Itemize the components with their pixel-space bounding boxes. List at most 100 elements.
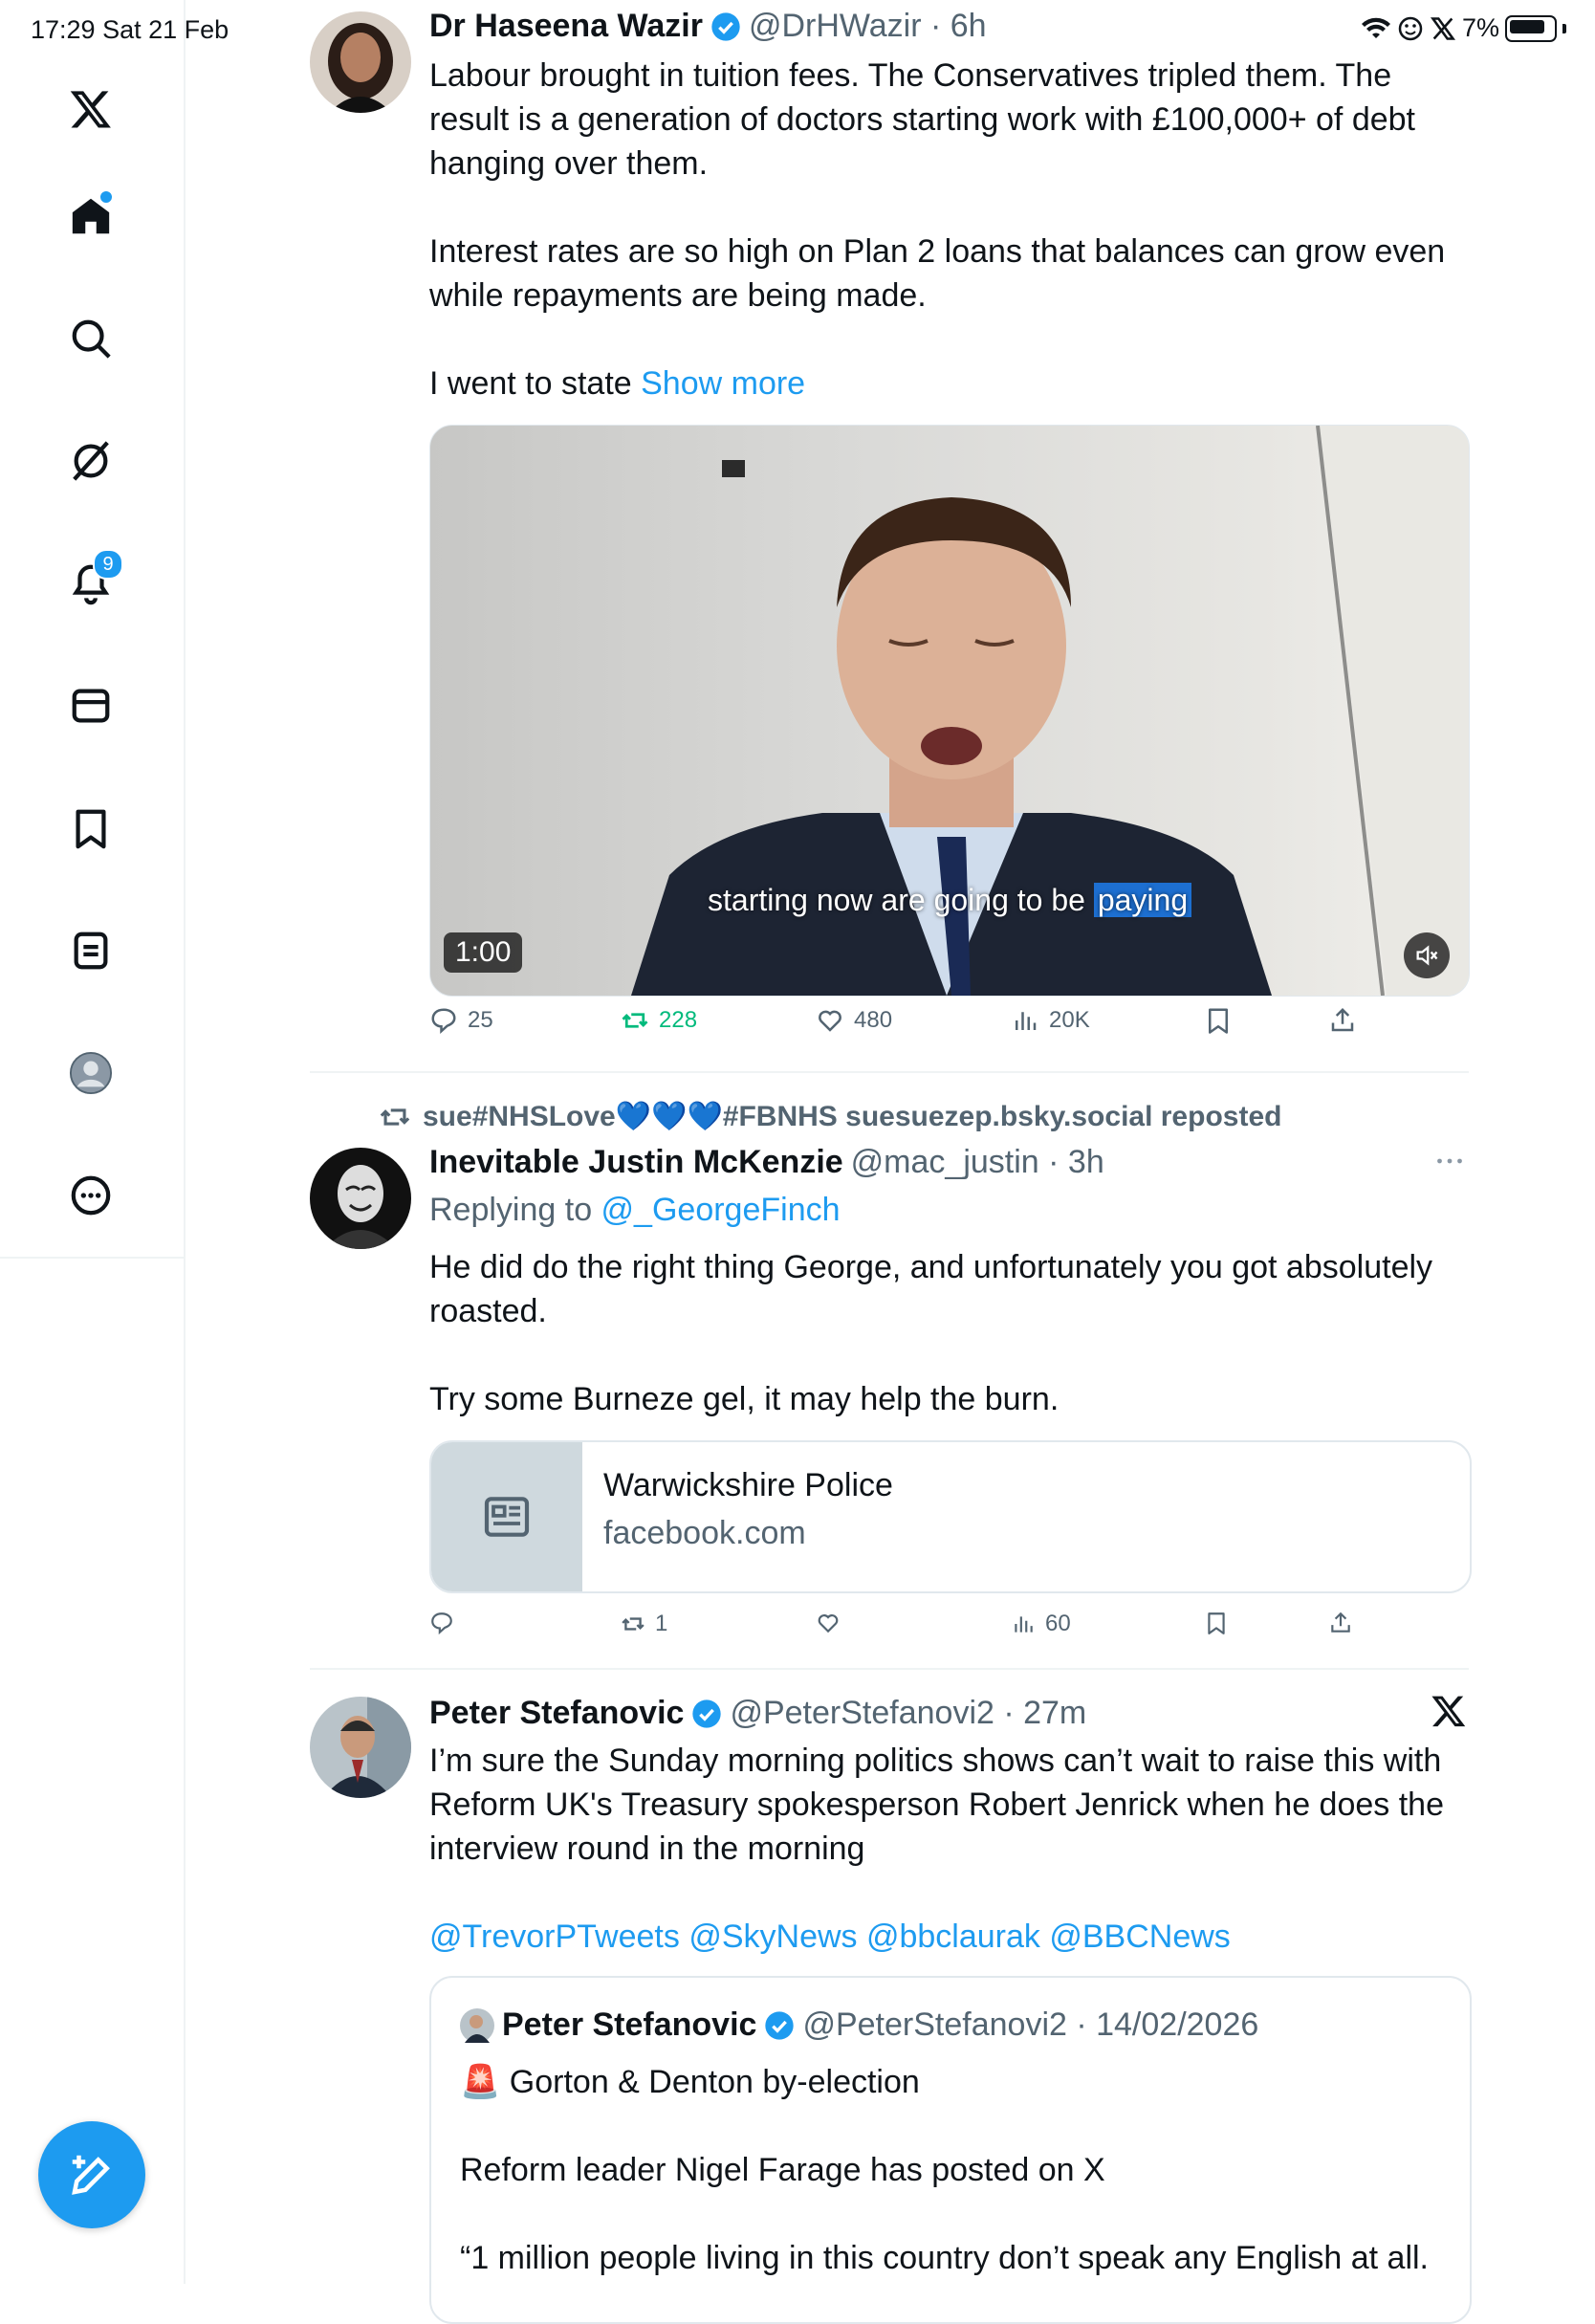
bookmark-icon xyxy=(1209,1008,1228,1034)
views-bar-icon xyxy=(1015,1616,1033,1633)
repost-banner-text: sue#NHSLove💙💙💙#FBNHS suesuezep.bsky.soci… xyxy=(423,1101,1282,1132)
author-handle-time[interactable]: @DrHWazir · 6h xyxy=(749,8,987,45)
quote-line-2: Reform leader Nigel Farage has posted on… xyxy=(460,2152,1105,2188)
author-name[interactable]: Inevitable Justin McKenzie xyxy=(429,1144,843,1181)
repost-button[interactable]: 228 xyxy=(621,1006,697,1035)
compose-quill-icon xyxy=(72,2155,110,2195)
grok-icon xyxy=(73,441,109,481)
heart-icon xyxy=(819,1010,841,1032)
repost-banner[interactable]: sue#NHSLove💙💙💙#FBNHS suesuezep.bsky.soci… xyxy=(379,1100,1281,1133)
video-player[interactable]: starting now are going to be paying 1:00 xyxy=(429,425,1470,997)
show-more-link[interactable]: Show more xyxy=(641,365,805,402)
nav-messages[interactable] xyxy=(53,668,129,744)
tweet1-paragraph-3-text: I went to state xyxy=(429,365,642,402)
author-name[interactable]: Dr Haseena Wazir xyxy=(429,8,703,45)
x-source-icon xyxy=(1431,1693,1467,1734)
search-icon xyxy=(72,319,111,359)
nav-notifications[interactable]: 9 xyxy=(53,545,129,622)
tweet1-actions: 25 228 480 20K xyxy=(429,1006,1472,1054)
battery-percent: 7% xyxy=(1461,13,1499,42)
replying-to-handle[interactable]: @_GeorgeFinch xyxy=(601,1192,841,1228)
quoted-tweet[interactable]: Peter Stefanovic @PeterStefanovi2 · 14/0… xyxy=(429,1976,1472,2324)
bookmark-button[interactable] xyxy=(1204,1006,1233,1035)
quote-avatar[interactable] xyxy=(460,2007,494,2043)
link-card-thumbnail xyxy=(431,1442,582,1591)
nav-home[interactable] xyxy=(53,178,129,254)
nav-profile[interactable] xyxy=(53,1035,129,1111)
battery-tip xyxy=(1562,23,1566,33)
list-icon xyxy=(74,932,108,970)
tweet1-paragraph-3: I went to state Show more xyxy=(429,362,1462,406)
quote-text: 🚨 Gorton & Denton by-election Reform lea… xyxy=(460,2060,1454,2280)
reply-icon xyxy=(431,1008,456,1035)
repost-icon xyxy=(622,1617,645,1631)
tweet1-header: Dr Haseena Wazir @DrHWazir · 6h xyxy=(429,8,987,45)
tweet3-header: Peter Stefanovic @PeterStefanovi2 · 27m xyxy=(429,1695,1086,1732)
sidebar-divider xyxy=(0,1257,184,1259)
article-icon xyxy=(484,1497,530,1537)
wifi-icon xyxy=(1361,17,1390,38)
quote-line-3: “1 million people living in this country… xyxy=(460,2240,1429,2276)
reply-button[interactable]: 25 xyxy=(429,1006,493,1035)
share-icon xyxy=(1331,1007,1354,1032)
tweet3-mentions[interactable]: @TrevorPTweets @SkyNews @bbclaurak @BBCN… xyxy=(429,1915,1462,1959)
bookmark-button[interactable] xyxy=(1204,1611,1229,1635)
avatar-justin[interactable] xyxy=(310,1148,411,1249)
x-logo-button[interactable] xyxy=(53,71,129,147)
tweet1-paragraph-2: Interest rates are so high on Plan 2 loa… xyxy=(429,233,1446,314)
tweet2-paragraph-1: He did do the right thing George, and un… xyxy=(429,1249,1433,1329)
verified-badge-icon xyxy=(711,11,740,41)
link-card-domain: facebook.com xyxy=(603,1515,806,1551)
reply-icon xyxy=(431,1612,452,1635)
views-button[interactable]: 20K xyxy=(1011,1006,1090,1035)
quote-handle-time[interactable]: @PeterStefanovi2 · 14/02/2026 xyxy=(802,2006,1258,2044)
more-circle-icon xyxy=(71,1175,111,1216)
tweet-separator xyxy=(310,1668,1469,1670)
x-status-icon xyxy=(1430,16,1455,40)
sidebar: 9 xyxy=(0,0,186,2284)
repost-button[interactable]: 1 xyxy=(621,1611,667,1637)
like-count: 480 xyxy=(854,1007,893,1033)
mute-button[interactable] xyxy=(1404,932,1450,978)
envelope-icon xyxy=(72,689,110,723)
author-handle-time[interactable]: @PeterStefanovi2 · 27m xyxy=(730,1695,1086,1732)
views-button[interactable]: 60 xyxy=(1011,1611,1071,1637)
reply-button[interactable] xyxy=(429,1611,464,1635)
nav-lists[interactable] xyxy=(53,912,129,989)
link-card-title: Warwickshire Police xyxy=(603,1467,893,1503)
share-button[interactable] xyxy=(1328,1611,1353,1635)
compose-button[interactable] xyxy=(38,2121,145,2228)
like-button[interactable] xyxy=(816,1611,850,1635)
share-button[interactable] xyxy=(1328,1006,1357,1035)
nav-bookmarks[interactable] xyxy=(53,790,129,866)
avatar-stefanovic-image xyxy=(310,1697,411,1798)
author-handle-time[interactable]: @mac_justin · 3h xyxy=(851,1144,1104,1181)
avatar-haseena[interactable] xyxy=(310,11,411,113)
avatar-haseena-image xyxy=(310,11,411,113)
avatar-justin-image xyxy=(310,1148,411,1249)
video-duration: 1:00 xyxy=(444,932,523,973)
video-caption: starting now are going to be paying xyxy=(708,883,1192,918)
x-logo-icon xyxy=(70,91,111,128)
quote-author-name[interactable]: Peter Stefanovic xyxy=(502,2006,756,2044)
avatar-stefanovic[interactable] xyxy=(310,1697,411,1798)
tweet-separator xyxy=(310,1071,1469,1073)
replying-to-prefix: Replying to xyxy=(429,1192,601,1228)
nav-grok[interactable] xyxy=(53,423,129,499)
tweet2-actions: 1 60 xyxy=(429,1611,1472,1658)
tweet3-paragraph-1: I’m sure the Sunday morning politics sho… xyxy=(429,1743,1444,1867)
video-caption-highlight: paying xyxy=(1093,883,1192,917)
nav-more[interactable] xyxy=(53,1157,129,1234)
author-name[interactable]: Peter Stefanovic xyxy=(429,1695,684,1732)
tweet2-text: He did do the right thing George, and un… xyxy=(429,1245,1462,1421)
like-button[interactable]: 480 xyxy=(816,1006,892,1035)
views-count: 60 xyxy=(1045,1611,1071,1636)
share-icon xyxy=(1331,1611,1350,1633)
nav-search[interactable] xyxy=(53,300,129,377)
bookmark-icon xyxy=(1208,1612,1225,1634)
views-bar-icon xyxy=(1016,1012,1037,1030)
link-card[interactable]: Warwickshire Police facebook.com xyxy=(429,1440,1472,1593)
more-options-button[interactable] xyxy=(1432,1144,1467,1183)
tweet2-header: Inevitable Justin McKenzie @mac_justin ·… xyxy=(429,1144,1104,1181)
verified-badge-icon xyxy=(765,2010,795,2040)
